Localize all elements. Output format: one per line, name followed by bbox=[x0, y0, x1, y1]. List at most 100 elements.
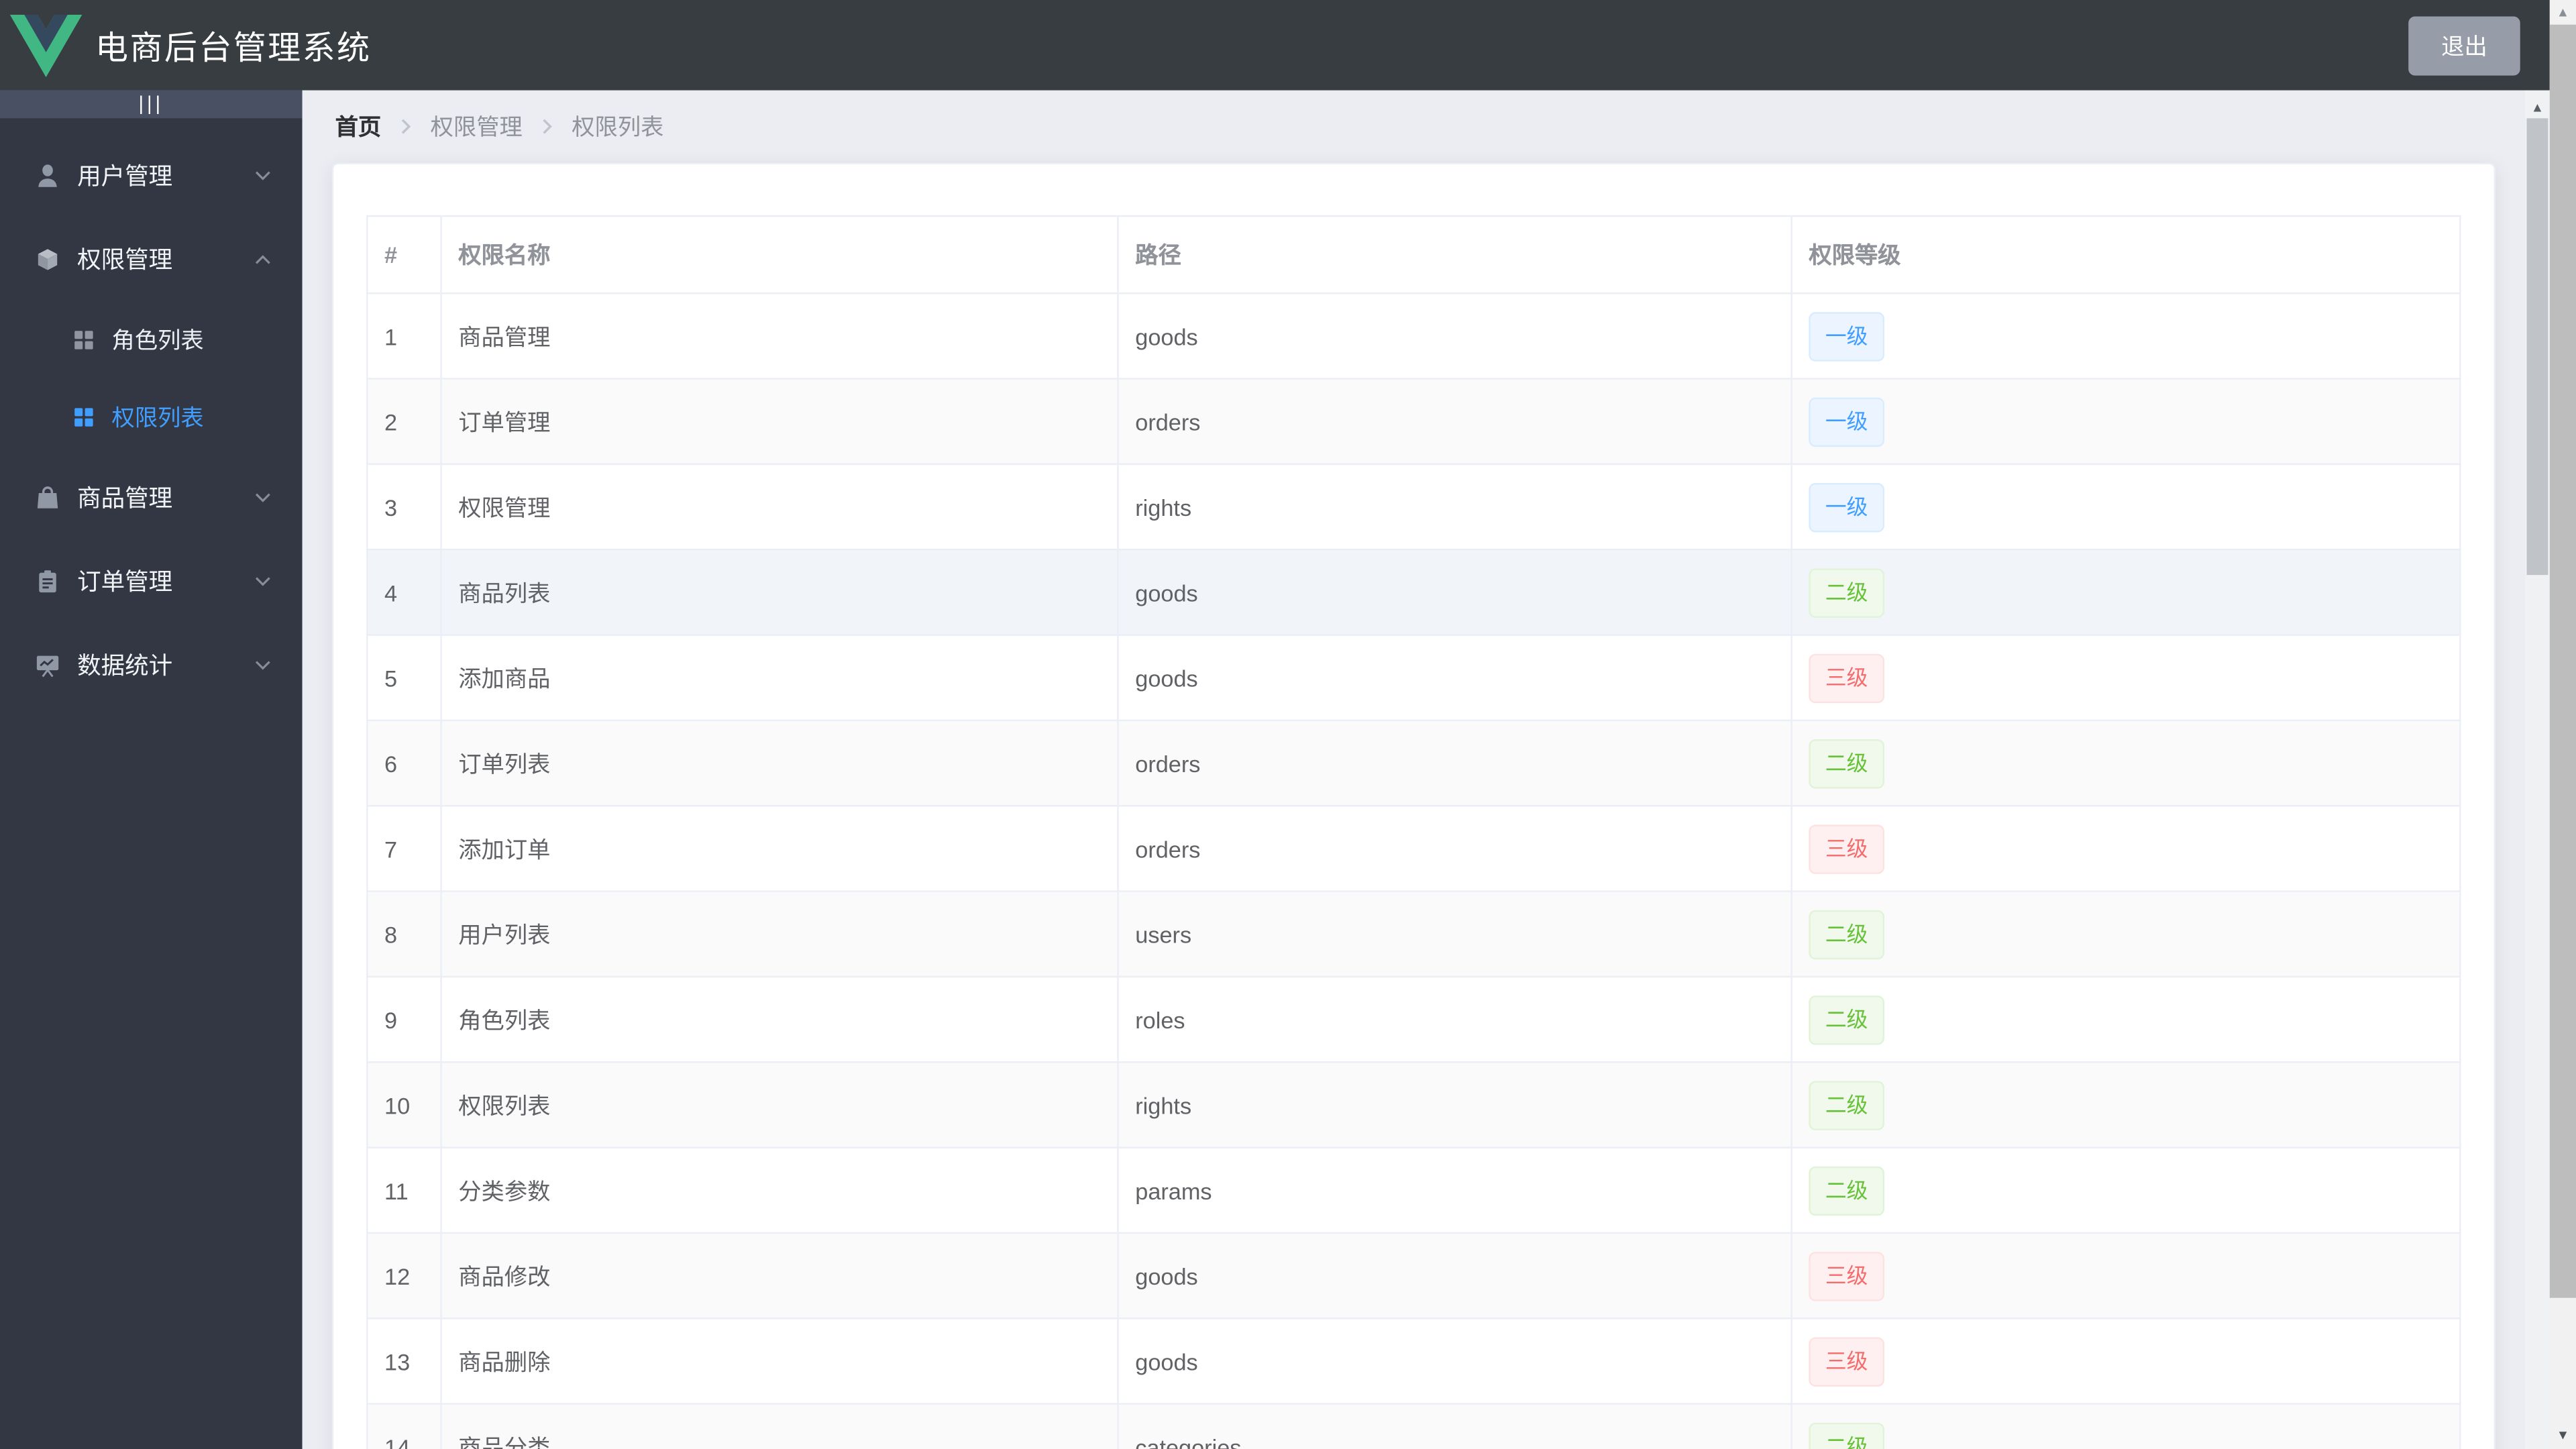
cell-level: 三级 bbox=[1790, 1318, 2461, 1405]
content-scrollbar[interactable]: ▲ bbox=[2525, 90, 2550, 1449]
sidebar-item-statistics[interactable]: 数据统计 bbox=[0, 623, 303, 706]
chevron-up-icon bbox=[255, 254, 270, 264]
cell-permission-name: 添加商品 bbox=[440, 634, 1119, 722]
logout-button[interactable]: 退出 bbox=[2408, 15, 2520, 75]
cell-level: 一级 bbox=[1790, 378, 2461, 466]
level-tag: 二级 bbox=[1809, 738, 1885, 788]
scroll-down-arrow-icon[interactable]: ▼ bbox=[2550, 1424, 2576, 1446]
breadcrumb-separator-icon bbox=[543, 119, 552, 134]
sidebar-item-rights[interactable]: 权限管理 bbox=[0, 217, 303, 301]
level-tag: 二级 bbox=[1809, 568, 1885, 617]
column-header-index: # bbox=[366, 215, 442, 294]
sidebar-nav: 用户管理 权限管理 角色列表 权限列表 商品管理 订单管理 数据统计 bbox=[0, 118, 303, 706]
window-scrollbar-thumb[interactable] bbox=[2549, 24, 2576, 1298]
cell-path: rights bbox=[1117, 463, 1792, 551]
column-header-name: 权限名称 bbox=[440, 215, 1119, 294]
level-tag: 三级 bbox=[1809, 653, 1885, 702]
chevron-down-icon bbox=[255, 660, 270, 669]
level-tag: 二级 bbox=[1809, 1165, 1885, 1216]
level-tag: 三级 bbox=[1809, 824, 1885, 873]
cell-index: 8 bbox=[366, 890, 442, 978]
cell-permission-name: 用户列表 bbox=[440, 890, 1119, 978]
cell-index: 6 bbox=[366, 719, 442, 807]
cell-index: 14 bbox=[366, 1403, 442, 1449]
breadcrumb-home[interactable]: 首页 bbox=[335, 110, 382, 143]
cell-level: 三级 bbox=[1790, 634, 2461, 722]
grid-icon bbox=[74, 407, 93, 426]
chart-board-icon bbox=[36, 655, 59, 677]
table-card: # 权限名称 路径 权限等级 1 商品管理 goods 一级 2 订单管理 orders 一级… bbox=[331, 162, 2496, 1449]
level-tag: 一级 bbox=[1809, 482, 1885, 532]
sidebar-item-users[interactable]: 用户管理 bbox=[0, 133, 303, 217]
table-header-row: # 权限名称 路径 权限等级 bbox=[366, 215, 2461, 294]
cell-path: goods bbox=[1117, 1232, 1792, 1320]
sidebar-item-goods[interactable]: 商品管理 bbox=[0, 455, 303, 539]
sidebar-item-role-list[interactable]: 角色列表 bbox=[0, 301, 303, 378]
scroll-up-arrow-icon[interactable]: ▲ bbox=[2550, 1, 2576, 23]
scroll-up-arrow-icon[interactable]: ▲ bbox=[2525, 95, 2550, 118]
cell-index: 7 bbox=[366, 804, 442, 892]
sidebar-collapse-toggle[interactable]: ||| bbox=[0, 90, 303, 119]
level-tag: 二级 bbox=[1809, 1080, 1885, 1130]
table-row: 5 添加商品 goods 三级 bbox=[366, 634, 2461, 722]
cell-permission-name: 商品修改 bbox=[440, 1232, 1119, 1320]
cell-permission-name: 商品管理 bbox=[440, 292, 1119, 380]
window-scrollbar[interactable]: ▲ ▼ bbox=[2549, 0, 2576, 1449]
breadcrumb-item: 权限列表 bbox=[572, 113, 664, 140]
breadcrumb-item: 权限管理 bbox=[430, 113, 523, 140]
cell-index: 4 bbox=[366, 548, 442, 636]
sidebar-item-orders[interactable]: 订单管理 bbox=[0, 539, 303, 623]
cell-level: 二级 bbox=[1790, 1061, 2461, 1148]
cell-path: goods bbox=[1117, 634, 1792, 722]
user-icon bbox=[38, 164, 57, 186]
cell-permission-name: 订单列表 bbox=[440, 719, 1119, 807]
cell-level: 二级 bbox=[1790, 890, 2461, 978]
content-scrollbar-thumb[interactable] bbox=[2526, 118, 2548, 576]
cell-index: 12 bbox=[366, 1232, 442, 1320]
cell-level: 一级 bbox=[1790, 463, 2461, 551]
cell-path: categories bbox=[1117, 1403, 1792, 1449]
cell-permission-name: 权限列表 bbox=[440, 1061, 1119, 1148]
breadcrumb: 首页 权限管理 权限列表 bbox=[303, 91, 2525, 163]
level-tag: 三级 bbox=[1809, 1336, 1885, 1386]
sidebar-item-label: 商品管理 bbox=[77, 486, 173, 513]
app-title: 电商后台管理系统 bbox=[95, 31, 372, 68]
sidebar-item-label: 用户管理 bbox=[77, 164, 173, 191]
level-tag: 二级 bbox=[1809, 909, 1885, 959]
table-row: 8 用户列表 users 二级 bbox=[366, 890, 2461, 978]
cell-path: params bbox=[1117, 1146, 1792, 1234]
sidebar-item-label: 数据统计 bbox=[77, 653, 173, 680]
cell-index: 2 bbox=[366, 378, 442, 466]
table-row: 10 权限列表 rights 二级 bbox=[366, 1061, 2461, 1148]
table-row: 4 商品列表 goods 二级 bbox=[366, 548, 2461, 636]
cell-level: 二级 bbox=[1790, 1403, 2461, 1449]
body-row: ||| 用户管理 权限管理 角色列表 权限列表 商品管理 订单管理 数据统计 首… bbox=[0, 90, 2550, 1449]
column-header-path: 路径 bbox=[1117, 215, 1792, 294]
chevron-down-icon bbox=[255, 492, 270, 502]
vue-logo-icon bbox=[9, 13, 83, 76]
table-body: 1 商品管理 goods 一级 2 订单管理 orders 一级 3 权限管理 rights 一级 4 商… bbox=[366, 292, 2461, 1449]
cell-index: 13 bbox=[366, 1318, 442, 1405]
cell-index: 9 bbox=[366, 975, 442, 1063]
cell-path: rights bbox=[1117, 1061, 1792, 1148]
sidebar: ||| 用户管理 权限管理 角色列表 权限列表 商品管理 订单管理 数据统计 bbox=[0, 90, 303, 1449]
cell-permission-name: 商品列表 bbox=[440, 548, 1119, 636]
cell-path: goods bbox=[1117, 548, 1792, 636]
chevron-down-icon bbox=[255, 576, 270, 586]
cell-index: 5 bbox=[366, 634, 442, 722]
table-row: 14 商品分类 categories 二级 bbox=[366, 1403, 2461, 1449]
level-tag: 三级 bbox=[1809, 1250, 1885, 1301]
sidebar-item-permission-list[interactable]: 权限列表 bbox=[0, 378, 303, 455]
table-row: 13 商品删除 goods 三级 bbox=[366, 1318, 2461, 1405]
table-row: 3 权限管理 rights 一级 bbox=[366, 463, 2461, 551]
table-row: 12 商品修改 goods 三级 bbox=[366, 1232, 2461, 1320]
column-header-level: 权限等级 bbox=[1790, 215, 2461, 294]
cell-path: users bbox=[1117, 890, 1792, 978]
cell-level: 一级 bbox=[1790, 292, 2461, 380]
cell-index: 11 bbox=[366, 1146, 442, 1234]
level-tag: 一级 bbox=[1809, 311, 1885, 361]
cell-path: orders bbox=[1117, 378, 1792, 466]
table-row: 2 订单管理 orders 一级 bbox=[366, 378, 2461, 466]
cell-path: goods bbox=[1117, 1318, 1792, 1405]
cell-level: 二级 bbox=[1790, 975, 2461, 1063]
